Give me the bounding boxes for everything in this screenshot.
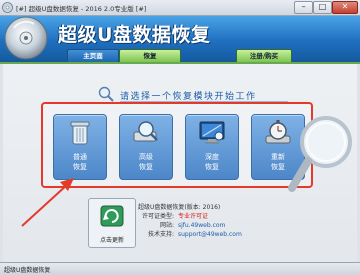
mode-label-line2: 恢复 (139, 163, 153, 171)
advanced-recovery-button[interactable]: 高级 恢复 (119, 114, 173, 180)
website-link[interactable]: sjfu.49web.com (178, 222, 225, 229)
update-button[interactable]: 点击更新 (88, 198, 136, 248)
update-icon (100, 205, 124, 227)
recovery-mode-frame: 普通 恢复 高级 恢复 深度 恢复 重新 恢复 (41, 102, 313, 188)
mode-label-line1: 高级 (139, 153, 153, 161)
close-button[interactable]: ✕ (332, 1, 358, 14)
website-key: 网站: (159, 222, 174, 229)
magnifier-icon (98, 86, 114, 102)
app-icon (2, 2, 13, 13)
status-bar: 超级U盘数据恢复 (0, 262, 360, 275)
title-bar: [#] 超级U盘数据恢复 - 2016 2.0专业版 [#] – □ ✕ (0, 0, 360, 16)
support-link[interactable]: support@49web.com (178, 231, 242, 238)
mode-label-line1: 普通 (73, 153, 87, 161)
mode-label-line1: 深度 (205, 153, 219, 161)
large-magnifier-icon (288, 116, 352, 192)
license-value: 专业许可证 (178, 213, 209, 220)
recycle-bin-icon (70, 121, 90, 145)
tab-bar: 主页面 恢复 注册/购买 (0, 46, 360, 63)
brand-title: 超级U盘数据恢复 (58, 24, 211, 46)
tab-restore[interactable]: 恢复 (119, 49, 181, 63)
version-text: 超级U盘数据恢复(版本: 2016) (138, 204, 221, 211)
tab-register-buy[interactable]: 注册/购买 (236, 49, 292, 63)
update-label: 点击更新 (99, 237, 124, 244)
monitor-scan-icon (199, 121, 225, 144)
deep-recovery-button[interactable]: 深度 恢复 (185, 114, 239, 180)
website-row: 网站: sjfu.49web.com (138, 220, 225, 229)
mode-label-line2: 恢复 (73, 163, 87, 171)
support-row: 技术支持: support@49web.com (138, 229, 242, 238)
minimize-button[interactable]: – (294, 1, 313, 14)
window-title: [#] 超级U盘数据恢复 - 2016 2.0专业版 [#] (16, 5, 147, 13)
tab-home[interactable]: 主页面 (67, 49, 119, 63)
support-key: 技术支持: (147, 231, 174, 238)
status-text: 超级U盘数据恢复 (4, 267, 51, 274)
license-key: 许可证类型: (141, 213, 174, 220)
mode-label-line2: 恢复 (205, 163, 219, 171)
normal-recovery-button[interactable]: 普通 恢复 (53, 114, 107, 180)
drive-search-icon (133, 121, 158, 142)
license-row: 许可证类型: 专业许可证 (138, 211, 208, 220)
maximize-button[interactable]: □ (313, 1, 332, 14)
